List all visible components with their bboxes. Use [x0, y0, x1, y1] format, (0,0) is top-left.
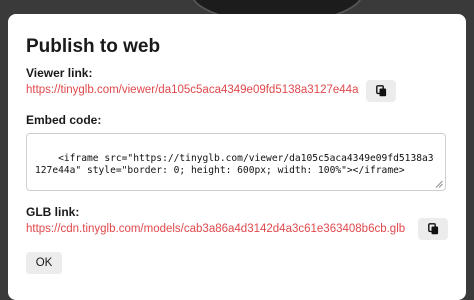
- copy-icon: [375, 85, 386, 97]
- publish-dialog: Publish to web Viewer link: https://tiny…: [8, 14, 466, 300]
- glb-link-label: GLB link:: [26, 205, 80, 219]
- ok-button[interactable]: OK: [26, 252, 62, 274]
- viewer-link[interactable]: https://tinyglb.com/viewer/da105c5aca434…: [26, 84, 358, 96]
- copy-glb-link-button[interactable]: [418, 218, 448, 240]
- embed-code-textarea[interactable]: <iframe src="https://tinyglb.com/viewer/…: [26, 133, 446, 191]
- glb-link[interactable]: https://cdn.tinyglb.com/models/cab3a86a4…: [26, 223, 405, 235]
- dialog-title: Publish to web: [26, 36, 161, 57]
- viewer-link-label: Viewer link:: [26, 66, 93, 80]
- embed-code-label: Embed code:: [26, 113, 102, 127]
- copy-icon: [427, 223, 438, 235]
- resize-grip-icon[interactable]: [435, 180, 443, 188]
- copy-viewer-link-button[interactable]: [366, 80, 396, 102]
- embed-code-text: <iframe src="https://tinyglb.com/viewer/…: [35, 153, 434, 176]
